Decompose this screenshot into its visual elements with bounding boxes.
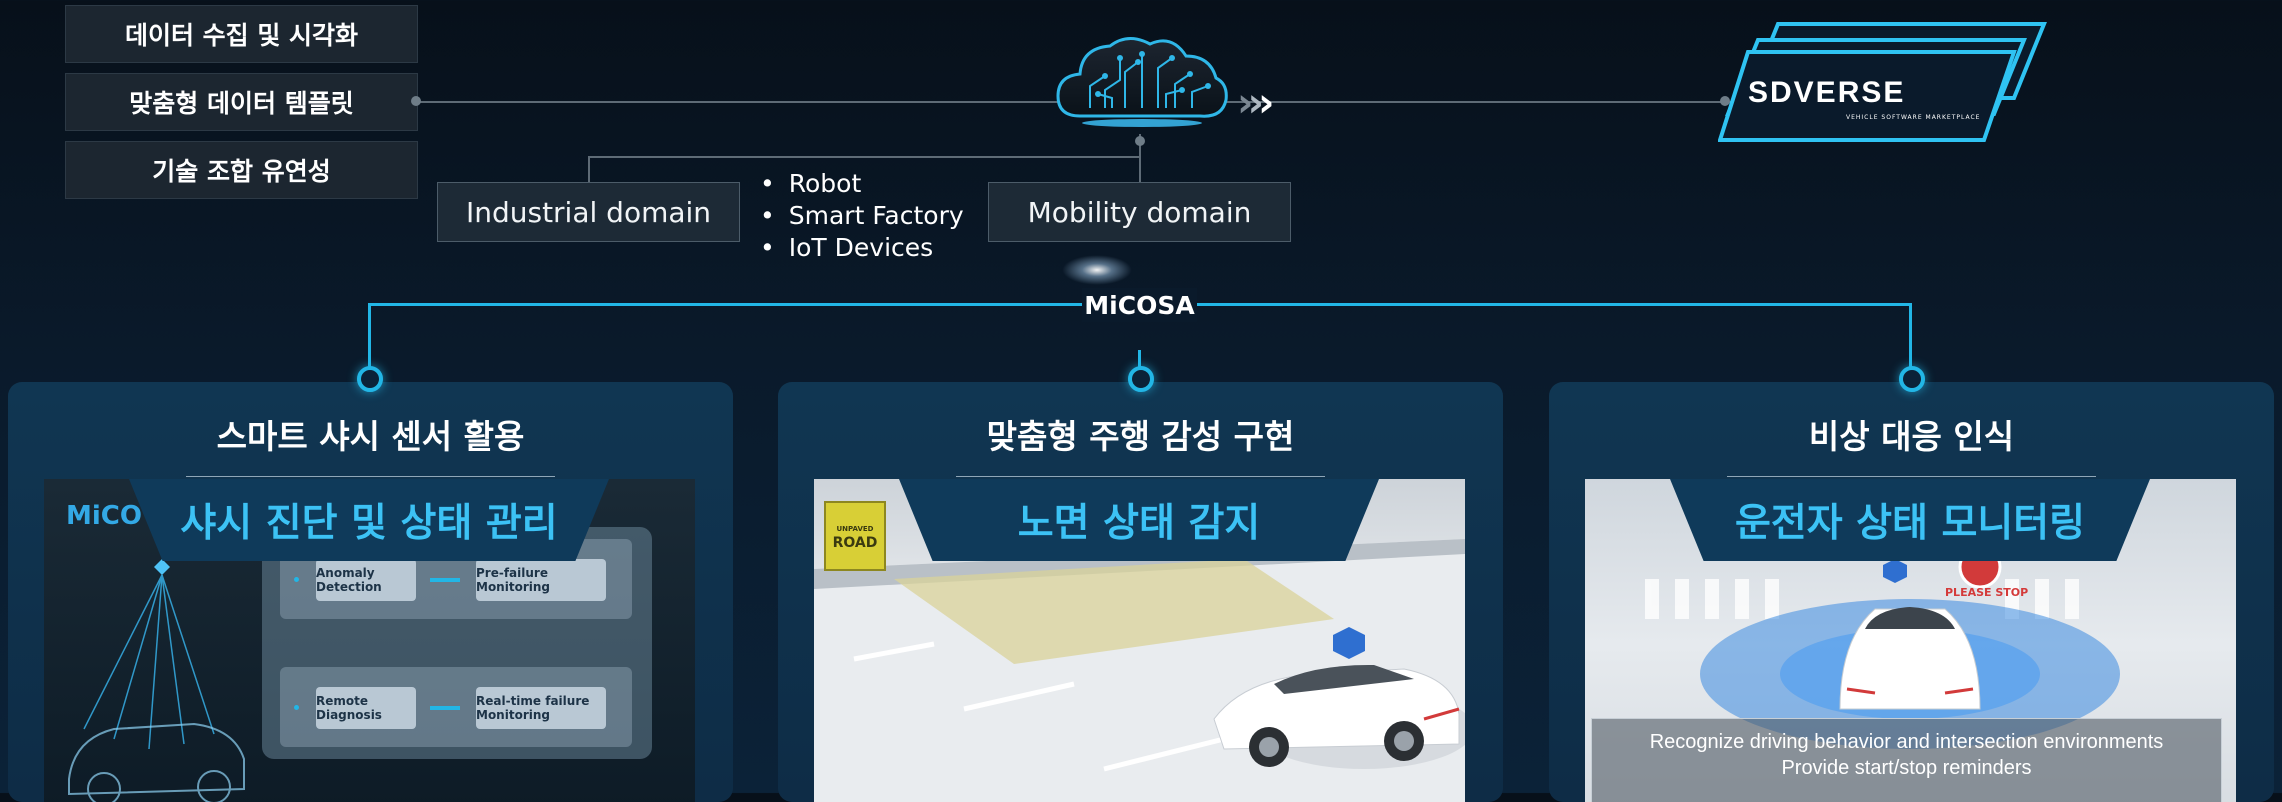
panel-banner: 샤시 진단 및 상태 관리 xyxy=(129,479,609,561)
hub-node xyxy=(1128,366,1154,392)
feature-data-visualization: 데이터 수집 및 시각화 xyxy=(65,5,418,63)
micosa-logo: MiCO xyxy=(66,501,142,531)
caption-line: Recognize driving behavior and intersect… xyxy=(1649,731,2164,753)
micosa-hub-label: MiCOSA xyxy=(1082,288,1197,322)
flow-arrows-icon: ››› xyxy=(1237,80,1275,126)
sdverse-tagline: VEHICLE SOFTWARE MARKETPLACE xyxy=(1846,114,1981,121)
car-wireframe-icon xyxy=(68,559,245,802)
diagnostics-row: Remote Diagnosis Real-time failure Monit… xyxy=(280,667,632,747)
list-item: IoT Devices xyxy=(760,232,964,264)
panel-driving: 맞춤형 주행 감성 구현 UNPAVED ROAD 노면 상태 감지 xyxy=(778,382,1503,802)
status-dot xyxy=(294,577,299,582)
cloud-icon xyxy=(1050,28,1230,136)
hub-node xyxy=(1899,366,1925,392)
divider xyxy=(1727,476,2096,477)
connector-dot xyxy=(1135,136,1145,146)
feature-tech-flexibility: 기술 조합 유연성 xyxy=(65,141,418,199)
status-dot xyxy=(294,705,299,710)
monitoring-caption: Recognize driving behavior and intersect… xyxy=(1591,718,2222,802)
sign-line: ROAD xyxy=(832,535,878,551)
hub-branch-right xyxy=(1909,303,1912,375)
panel-title: 비상 대응 인식 xyxy=(1808,417,2015,456)
domain-connector xyxy=(588,156,590,183)
domain-label: Mobility domain xyxy=(1027,195,1252,229)
panel-emergency: 비상 대응 인식 PLEASE STOP Recognize driving b… xyxy=(1549,382,2274,802)
industrial-domain-box: Industrial domain xyxy=(437,182,740,242)
unpaved-road-sign: UNPAVED ROAD xyxy=(824,501,886,571)
domain-label: Industrial domain xyxy=(465,195,712,229)
please-stop-label: PLEASE STOP xyxy=(1945,586,2029,599)
sign-line: UNPAVED xyxy=(836,525,874,533)
industrial-bullet-list: Robot Smart Factory IoT Devices xyxy=(760,168,964,264)
feature-label: 맞춤형 데이터 템플릿 xyxy=(129,89,354,118)
sdverse-logo: SDVERSE VEHICLE SOFTWARE MARKETPLACE xyxy=(1717,18,2048,146)
feature-label: 데이터 수집 및 시각화 xyxy=(124,21,359,50)
hub-branch-left xyxy=(368,303,371,375)
panel-title: 맞춤형 주행 감성 구현 xyxy=(986,417,1295,456)
road-surface-screenshot: UNPAVED ROAD 노면 상태 감지 xyxy=(814,479,1465,802)
connector-dot xyxy=(411,96,421,106)
feature-data-template: 맞춤형 데이터 템플릿 xyxy=(65,73,418,131)
driver-monitoring-screenshot: PLEASE STOP Recognize driving behavior a… xyxy=(1585,479,2236,802)
sdverse-name: SDVERSE xyxy=(1748,76,1906,109)
list-item: Smart Factory xyxy=(760,200,964,232)
chip-link xyxy=(430,578,460,582)
divider xyxy=(956,476,1325,477)
caption-line: Provide start/stop reminders xyxy=(1781,757,2032,779)
mobility-domain-box: Mobility domain xyxy=(988,182,1291,242)
panel-banner: 노면 상태 감지 xyxy=(899,479,1379,561)
list-item: Robot xyxy=(760,168,964,200)
panel-banner: 운전자 상태 모니터링 xyxy=(1670,479,2150,561)
chip-link xyxy=(430,706,460,710)
feature-label: 기술 조합 유연성 xyxy=(152,157,331,186)
chip-anomaly-detection: Anomaly Detection xyxy=(316,559,416,601)
divider xyxy=(186,476,555,477)
chip-remote-diagnosis: Remote Diagnosis xyxy=(316,687,416,729)
panel-chassis: 스마트 샤시 센서 활용 MiCO Anomaly Detection Pre-… xyxy=(8,382,733,802)
domain-connector xyxy=(588,156,1141,158)
panel-title: 스마트 샤시 센서 활용 xyxy=(216,417,525,456)
chassis-diagnostics-screenshot: MiCO Anomaly Detection Pre-failure Monit… xyxy=(44,479,695,802)
diagnostics-card: Anomaly Detection Pre-failure Monitoring… xyxy=(262,527,652,759)
hub-node xyxy=(357,366,383,392)
chip-pre-failure-monitoring: Pre-failure Monitoring xyxy=(476,559,606,601)
chip-realtime-failure-monitoring: Real-time failure Monitoring xyxy=(476,687,606,729)
glow-effect xyxy=(1062,255,1132,285)
